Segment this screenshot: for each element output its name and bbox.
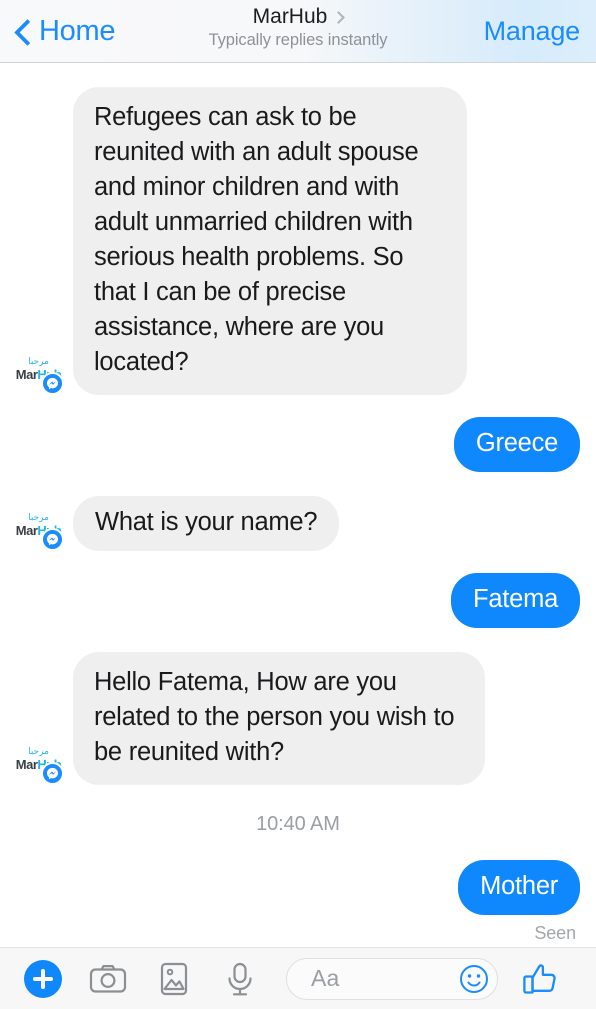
message-bubble[interactable]: Greece — [453, 417, 580, 472]
manage-button[interactable]: Manage — [484, 0, 581, 63]
back-label: Home — [39, 15, 116, 47]
conversation-header: Home MarHub Typically replies instantly … — [0, 0, 596, 63]
avatar[interactable]: مرحبا MarHub — [15, 737, 64, 785]
message-bubble[interactable]: Hello Fatema, How are you related to the… — [73, 652, 485, 785]
avatar-brand-prefix: Mar — [15, 523, 38, 538]
avatar-brand-prefix: Mar — [15, 757, 38, 772]
composer-toolbar: Aa — [0, 947, 596, 1009]
avatar-brand-prefix: Mar — [15, 367, 38, 382]
photo-icon[interactable] — [154, 959, 194, 999]
avatar-arabic-text: مرحبا — [28, 513, 49, 523]
chevron-right-icon — [332, 10, 346, 24]
thumbs-up-icon[interactable] — [520, 959, 560, 999]
messenger-icon — [41, 762, 64, 785]
message-thread[interactable]: مرحبا MarHub Refugees can ask to be reun… — [0, 63, 596, 947]
message-bubble[interactable]: Fatema — [451, 573, 580, 628]
avatar[interactable]: مرحبا MarHub — [15, 503, 64, 551]
messenger-conversation-screen: Home MarHub Typically replies instantly … — [0, 0, 596, 1009]
message-row: Mother — [0, 860, 596, 915]
read-receipt: Seen — [534, 923, 576, 943]
message-row: مرحبا MarHub What is your name? — [0, 496, 596, 551]
message-timestamp: 10:40 AM — [256, 813, 340, 835]
messenger-icon — [41, 528, 64, 551]
messenger-icon — [41, 372, 64, 395]
message-bubble[interactable]: Mother — [458, 860, 580, 915]
avatar-arabic-text: مرحبا — [28, 747, 49, 757]
message-bubble[interactable]: Refugees can ask to be reunited with an … — [73, 87, 467, 395]
message-row: Greece — [0, 417, 596, 472]
camera-icon[interactable] — [88, 959, 128, 999]
avatar-arabic-text: مرحبا — [28, 357, 49, 367]
conversation-title-button[interactable]: MarHub — [252, 5, 346, 28]
smiley-icon[interactable] — [459, 964, 489, 994]
chevron-left-icon — [14, 17, 33, 47]
message-bubble[interactable]: What is your name? — [73, 496, 340, 551]
message-row: مرحبا MarHub Hello Fatema, How are you r… — [0, 652, 596, 785]
message-row: مرحبا MarHub Refugees can ask to be reun… — [0, 87, 596, 395]
microphone-icon[interactable] — [220, 959, 260, 999]
back-button[interactable]: Home — [10, 0, 115, 63]
message-input-placeholder: Aa — [311, 965, 340, 991]
message-input[interactable]: Aa — [286, 957, 498, 1000]
plus-icon[interactable] — [24, 959, 62, 998]
avatar[interactable]: مرحبا MarHub — [15, 347, 64, 395]
page-title: MarHub — [252, 5, 328, 28]
message-row: Fatema — [0, 573, 596, 628]
